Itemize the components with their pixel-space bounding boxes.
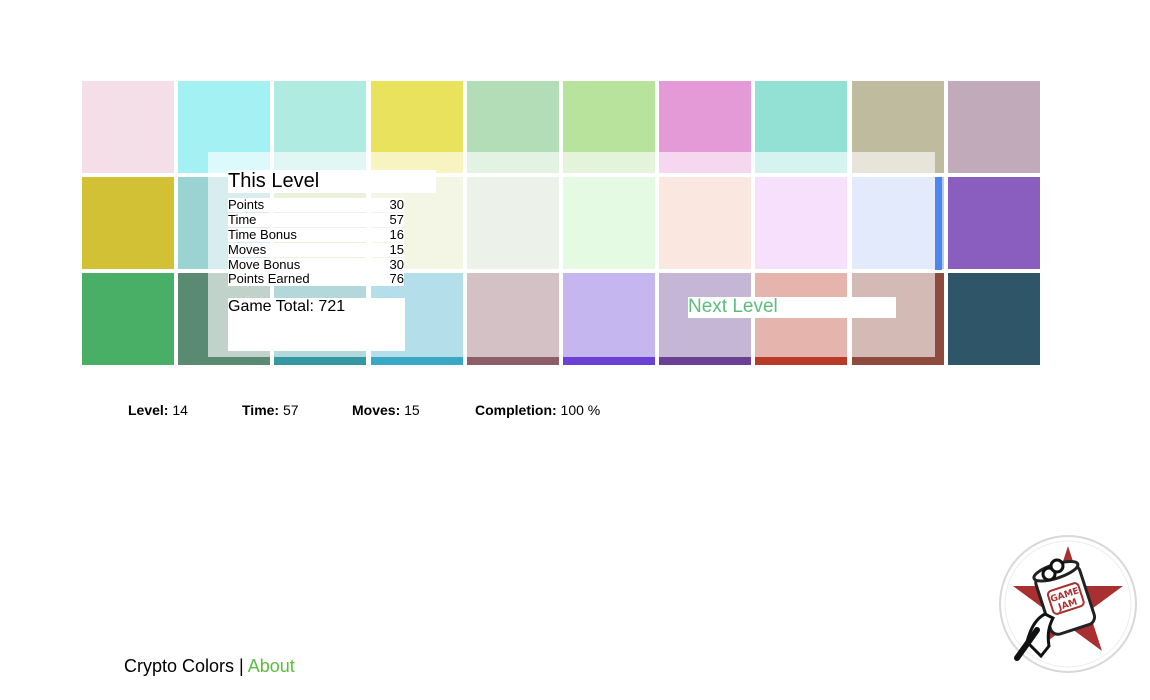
stat-row-time-bonus: Time Bonus 16 xyxy=(228,228,404,242)
status-moves-label: Moves: xyxy=(352,402,401,418)
status-level: Level: 14 xyxy=(128,402,188,418)
stat-label: Move Bonus xyxy=(228,257,301,272)
stat-label: Moves xyxy=(228,242,267,257)
stat-row-moves: Moves 15 xyxy=(228,243,404,257)
board-accent-strip xyxy=(935,177,942,270)
status-completion-label: Completion: xyxy=(475,402,557,418)
color-tile[interactable] xyxy=(82,177,174,269)
status-completion-value: 100 % xyxy=(560,402,601,418)
stat-row-points: Points 30 xyxy=(228,198,404,212)
status-time-label: Time: xyxy=(242,402,280,418)
next-level-button[interactable]: Next Level xyxy=(688,297,896,318)
status-completion: Completion: 100 % xyxy=(475,402,600,418)
stat-value: 57 xyxy=(389,212,404,227)
color-tile[interactable] xyxy=(948,273,1040,365)
color-tile[interactable] xyxy=(948,81,1040,173)
stat-value: 30 xyxy=(389,257,404,272)
app-name: Crypto Colors xyxy=(124,656,235,676)
stat-value: 76 xyxy=(389,271,404,286)
stat-label: Time xyxy=(228,212,257,227)
footer: Crypto Colors | About xyxy=(124,656,295,677)
game-jam-logo-icon[interactable]: GAME JAM xyxy=(997,534,1139,674)
stat-row-move-bonus: Move Bonus 30 xyxy=(228,258,404,272)
about-link[interactable]: About xyxy=(248,656,295,676)
color-tile[interactable] xyxy=(82,273,174,365)
game-total: Game Total: 721 xyxy=(228,298,405,351)
status-moves: Moves: 15 xyxy=(352,402,420,418)
game-jam-logo-svg: GAME JAM xyxy=(999,535,1137,673)
stat-value: 16 xyxy=(389,227,404,242)
status-level-label: Level: xyxy=(128,402,169,418)
color-tile[interactable] xyxy=(82,81,174,173)
color-tile[interactable] xyxy=(948,177,1040,269)
stat-row-points-earned: Points Earned 76 xyxy=(228,272,404,286)
footer-separator: | xyxy=(239,656,244,676)
level-summary-title: This Level xyxy=(228,170,436,193)
stat-label: Time Bonus xyxy=(228,227,297,242)
stat-value: 15 xyxy=(389,242,404,257)
status-time: Time: 57 xyxy=(242,402,299,418)
stat-value: 30 xyxy=(389,197,404,212)
status-level-value: 14 xyxy=(172,402,188,418)
status-time-value: 57 xyxy=(282,402,299,418)
status-moves-value: 15 xyxy=(404,402,420,418)
stat-label: Points Earned xyxy=(228,271,310,286)
stat-row-time: Time 57 xyxy=(228,213,404,227)
stat-label: Points xyxy=(228,197,265,212)
